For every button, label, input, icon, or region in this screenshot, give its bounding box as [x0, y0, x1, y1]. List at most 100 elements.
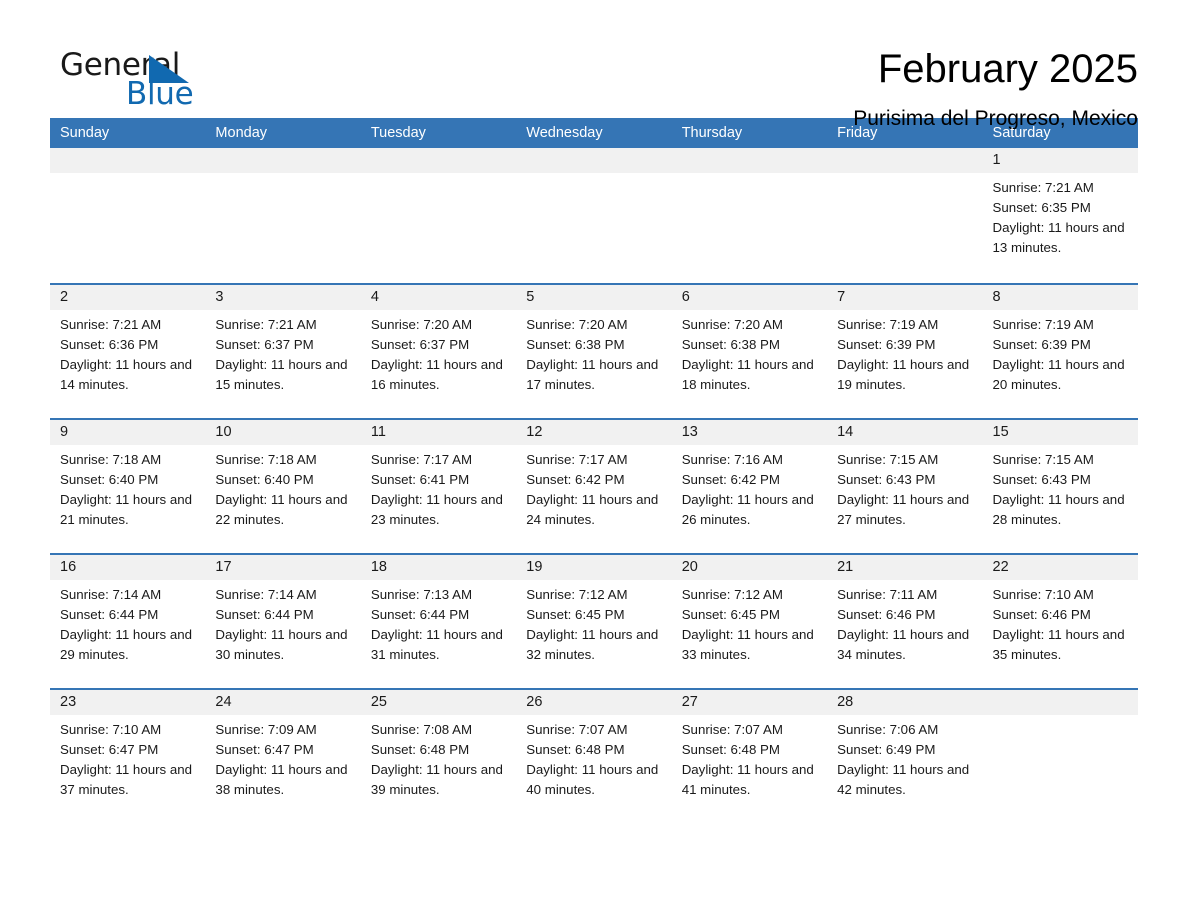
sunrise-text: Sunrise: 7:21 AM [60, 317, 162, 332]
sunset-text: Sunset: 6:47 PM [215, 742, 314, 757]
day-number: 22 [982, 555, 1138, 580]
calendar-day-cell[interactable]: 21 Sunrise: 7:11 AM Sunset: 6:46 PM Dayligh… [827, 555, 983, 688]
calendar-week-row: 2 Sunrise: 7:21 AM Sunset: 6:36 PM Daylight… [50, 283, 1138, 418]
sunrise-text: Sunrise: 7:21 AM [992, 180, 1094, 195]
sunrise-text: Sunrise: 7:07 AM [681, 722, 783, 737]
calendar-day-cell[interactable]: 5 Sunrise: 7:20 AM Sunset: 6:38 PM Daylight… [516, 285, 672, 418]
sunset-text: Sunset: 6:43 PM [837, 472, 936, 487]
calendar-day-cell[interactable]: 11 Sunrise: 7:17 AM Sunset: 6:41 PM Dayligh… [360, 420, 517, 553]
day-number: 20 [671, 555, 828, 580]
daylight-text: Daylight: 11 hours and 38 minutes. [215, 762, 348, 797]
day-number: 12 [516, 420, 672, 445]
calendar-day-cell[interactable]: 1 Sunrise: 7:21 AM Sunset: 6:35 PM Daylight… [982, 148, 1138, 283]
sunset-text: Sunset: 6:36 PM [60, 337, 159, 352]
calendar-day-cell[interactable]: 20 Sunrise: 7:12 AM Sunset: 6:45 PM Dayligh… [671, 555, 828, 688]
day-details: Sunrise: 7:07 AM Sunset: 6:48 PM Daylight:… [516, 715, 671, 800]
sunset-text: Sunset: 6:40 PM [60, 472, 159, 487]
calendar-day-cell[interactable]: 3 Sunrise: 7:21 AM Sunset: 6:37 PM Daylight… [205, 285, 361, 418]
calendar-day-cell-empty [205, 148, 361, 283]
page-title: February 2025 [877, 47, 1138, 91]
day-number: 19 [516, 555, 672, 580]
weekday-saturday: Saturday [992, 125, 1051, 141]
day-details: Sunrise: 7:17 AM Sunset: 6:41 PM Daylight:… [361, 445, 516, 530]
calendar-day-cell[interactable]: 24 Sunrise: 7:09 AM Sunset: 6:47 PM Dayligh… [205, 690, 361, 823]
calendar-day-cell-empty [360, 148, 517, 283]
day-details: Sunrise: 7:07 AM Sunset: 6:48 PM Daylight:… [672, 715, 827, 800]
calendar-day-cell[interactable]: 28 Sunrise: 7:06 AM Sunset: 6:49 PM Dayligh… [827, 690, 983, 823]
day-details: Sunrise: 7:20 AM Sunset: 6:37 PM Daylight:… [361, 310, 516, 395]
sunrise-text: Sunrise: 7:17 AM [526, 452, 628, 467]
calendar-day-cell[interactable]: 8 Sunrise: 7:19 AM Sunset: 6:39 PM Daylight… [982, 285, 1138, 418]
daylight-text: Daylight: 11 hours and 35 minutes. [992, 627, 1125, 662]
calendar-day-cell[interactable]: 15 Sunrise: 7:15 AM Sunset: 6:43 PM Dayligh… [982, 420, 1138, 553]
page-header: General Blue February 2025 Purisima del … [50, 0, 1138, 130]
calendar-day-cell[interactable]: 19 Sunrise: 7:12 AM Sunset: 6:45 PM Dayligh… [516, 555, 672, 688]
day-details: Sunrise: 7:14 AM Sunset: 6:44 PM Daylight:… [205, 580, 360, 665]
sunset-text: Sunset: 6:45 PM [526, 607, 625, 622]
logo-word-blue: Blue [126, 76, 194, 112]
calendar-day-cell[interactable]: 14 Sunrise: 7:15 AM Sunset: 6:43 PM Dayligh… [827, 420, 983, 553]
day-number: 15 [982, 420, 1138, 445]
daylight-text: Daylight: 11 hours and 30 minutes. [215, 627, 348, 662]
day-details: Sunrise: 7:10 AM Sunset: 6:46 PM Daylight:… [983, 580, 1138, 665]
day-number [50, 148, 206, 173]
calendar-day-cell[interactable]: 23 Sunrise: 7:10 AM Sunset: 6:47 PM Dayligh… [50, 690, 206, 823]
sunset-text: Sunset: 6:48 PM [370, 742, 470, 757]
calendar-day-cell[interactable]: 12 Sunrise: 7:17 AM Sunset: 6:42 PM Dayligh… [516, 420, 672, 553]
day-number: 4 [360, 285, 517, 310]
sunrise-text: Sunrise: 7:14 AM [60, 587, 162, 602]
day-number [360, 148, 517, 173]
day-details: Sunrise: 7:20 AM Sunset: 6:38 PM Daylight:… [672, 310, 827, 395]
daylight-text: Daylight: 11 hours and 39 minutes. [370, 762, 503, 797]
calendar-day-cell[interactable]: 27 Sunrise: 7:07 AM Sunset: 6:48 PM Dayligh… [671, 690, 828, 823]
daylight-text: Daylight: 11 hours and 33 minutes. [681, 627, 814, 662]
sunset-text: Sunset: 6:42 PM [681, 472, 780, 487]
calendar-day-cell[interactable]: 26 Sunrise: 7:07 AM Sunset: 6:48 PM Dayligh… [516, 690, 672, 823]
calendar-day-cell[interactable]: 13 Sunrise: 7:16 AM Sunset: 6:42 PM Dayligh… [671, 420, 828, 553]
calendar-week-row: 16 Sunrise: 7:14 AM Sunset: 6:44 PM Dayligh… [50, 553, 1138, 688]
sunset-text: Sunset: 6:39 PM [992, 337, 1091, 352]
calendar-week-row: 9 Sunrise: 7:18 AM Sunset: 6:40 PM Daylight… [50, 418, 1138, 553]
sunset-text: Sunset: 6:44 PM [370, 607, 470, 622]
calendar-day-cell[interactable]: 22 Sunrise: 7:10 AM Sunset: 6:46 PM Dayligh… [982, 555, 1138, 688]
calendar-day-cell[interactable]: 4 Sunrise: 7:20 AM Sunset: 6:37 PM Daylight… [360, 285, 517, 418]
day-number: 2 [50, 285, 206, 310]
calendar-day-cell-empty [982, 690, 1138, 823]
calendar-day-cell[interactable]: 18 Sunrise: 7:13 AM Sunset: 6:44 PM Dayligh… [360, 555, 517, 688]
sunrise-text: Sunrise: 7:13 AM [370, 587, 473, 602]
sunrise-text: Sunrise: 7:18 AM [60, 452, 162, 467]
sunrise-text: Sunrise: 7:10 AM [60, 722, 162, 737]
calendar-day-cell[interactable]: 9 Sunrise: 7:18 AM Sunset: 6:40 PM Daylight… [50, 420, 206, 553]
daylight-text: Daylight: 11 hours and 32 minutes. [526, 627, 659, 662]
daylight-text: Daylight: 11 hours and 24 minutes. [526, 492, 659, 527]
sunrise-text: Sunrise: 7:19 AM [992, 317, 1094, 332]
day-number: 10 [205, 420, 361, 445]
calendar-day-cell[interactable]: 10 Sunrise: 7:18 AM Sunset: 6:40 PM Dayligh… [205, 420, 361, 553]
calendar-day-cell-empty [671, 148, 828, 283]
day-details: Sunrise: 7:19 AM Sunset: 6:39 PM Daylight:… [827, 310, 982, 395]
daylight-text: Daylight: 11 hours and 31 minutes. [370, 627, 503, 662]
day-details: Sunrise: 7:09 AM Sunset: 6:47 PM Daylight:… [205, 715, 360, 800]
calendar-day-cell[interactable]: 7 Sunrise: 7:19 AM Sunset: 6:39 PM Daylight… [827, 285, 983, 418]
day-number [827, 148, 983, 173]
sunrise-text: Sunrise: 7:08 AM [370, 722, 473, 737]
calendar-day-cell[interactable]: 25 Sunrise: 7:08 AM Sunset: 6:48 PM Dayligh… [360, 690, 517, 823]
daylight-text: Daylight: 11 hours and 19 minutes. [837, 357, 970, 392]
sunrise-text: Sunrise: 7:07 AM [526, 722, 628, 737]
sunrise-text: Sunrise: 7:10 AM [992, 587, 1094, 602]
daylight-text: Daylight: 11 hours and 27 minutes. [837, 492, 970, 527]
calendar-day-cell[interactable]: 6 Sunrise: 7:20 AM Sunset: 6:38 PM Daylight… [671, 285, 828, 418]
daylight-text: Daylight: 11 hours and 22 minutes. [215, 492, 348, 527]
daylight-text: Daylight: 11 hours and 14 minutes. [60, 357, 193, 392]
general-blue-logo[interactable]: General Blue [50, 44, 250, 120]
sunset-text: Sunset: 6:39 PM [837, 337, 936, 352]
calendar-day-cell[interactable]: 16 Sunrise: 7:14 AM Sunset: 6:44 PM Dayligh… [50, 555, 206, 688]
calendar-day-cell[interactable]: 2 Sunrise: 7:21 AM Sunset: 6:36 PM Daylight… [50, 285, 206, 418]
day-details: Sunrise: 7:08 AM Sunset: 6:48 PM Daylight:… [361, 715, 516, 800]
sunset-text: Sunset: 6:43 PM [992, 472, 1091, 487]
calendar-day-cell[interactable]: 17 Sunrise: 7:14 AM Sunset: 6:44 PM Dayligh… [205, 555, 361, 688]
daylight-text: Daylight: 11 hours and 40 minutes. [526, 762, 659, 797]
day-details: Sunrise: 7:15 AM Sunset: 6:43 PM Daylight:… [827, 445, 982, 530]
sunrise-text: Sunrise: 7:06 AM [837, 722, 939, 737]
calendar-day-cell-empty [827, 148, 983, 283]
